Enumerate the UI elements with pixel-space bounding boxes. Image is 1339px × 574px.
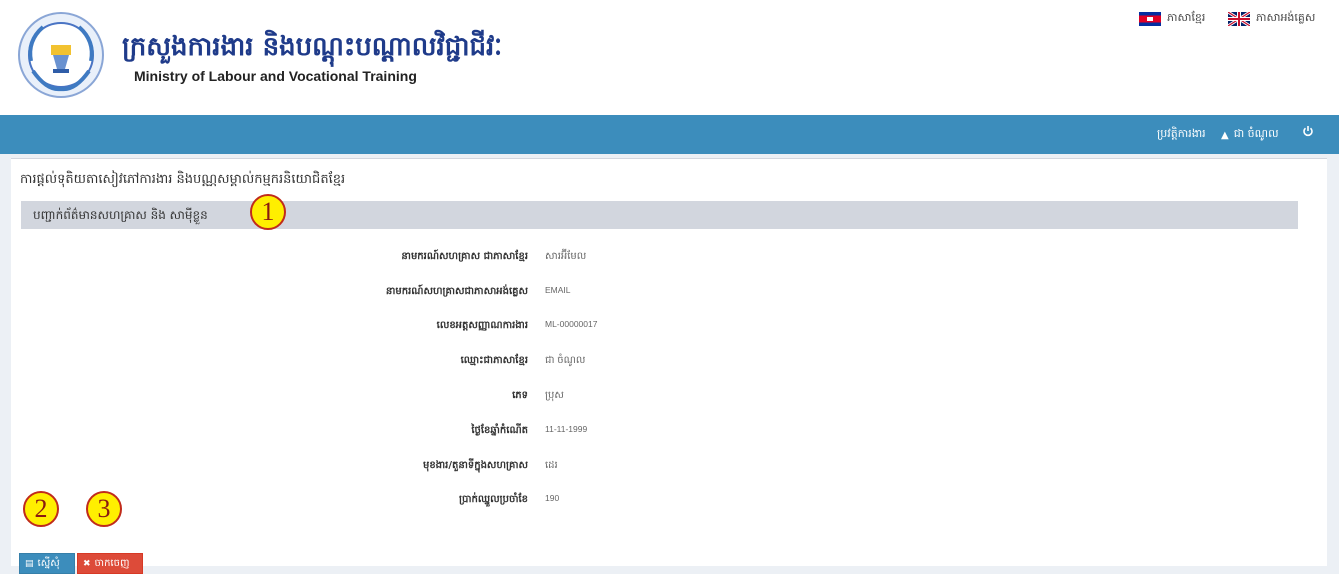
annotation-marker: 2 xyxy=(23,491,59,527)
content-box: ការផ្តល់ទុតិយតាសៀវភៅការងារ និងបណ្ណសម្គាល… xyxy=(11,158,1327,574)
field-row: នាមករណ៍សហគ្រាសជាភាសាអង់គ្លេស EMAIL xyxy=(11,282,1327,302)
field-row: លេខអត្តសញ្ញាណការងារ ML-00000017 xyxy=(11,316,1327,336)
power-icon[interactable] xyxy=(1302,125,1314,137)
section-title: បញ្ជាក់ព័ត៌មានសហគ្រាស និង សាម៉ីខ្លួន xyxy=(33,208,208,222)
field-value: 11-11-1999 xyxy=(545,424,588,434)
field-label: នាមករណ៍សហគ្រាស ជាភាសាខ្មែរ xyxy=(401,251,528,262)
save-icon: ▤ xyxy=(25,558,34,569)
nav-user-name: ជា ចំណូល xyxy=(1233,127,1279,140)
field-row: ភេទ ប្រុស xyxy=(11,386,1327,406)
field-value: សារអ៊ីមែល xyxy=(545,251,587,262)
exit-button[interactable]: ✖ ចាកចេញ xyxy=(77,553,143,574)
site-header: ក្រសួងការងារ និងបណ្ដុះបណ្ដាលវិជ្ជាជីវៈ M… xyxy=(0,0,1339,115)
field-row: ប្រាក់ឈ្នួលប្រចាំខែ 190 xyxy=(11,490,1327,510)
field-row: ថ្ងៃខែឆ្នាំកំណើត 11-11-1999 xyxy=(11,421,1327,441)
cambodia-flag-icon xyxy=(1139,12,1161,26)
field-value: 190 xyxy=(545,493,560,503)
field-label: ឈ្មោះជាភាសាខ្មែរ xyxy=(460,355,528,366)
request-button[interactable]: ▤ ស្នើសុំ xyxy=(19,553,75,574)
field-row: ឈ្មោះជាភាសាខ្មែរ ជា ចំណូល xyxy=(11,351,1327,371)
field-value: ប្រុស xyxy=(545,390,564,401)
exit-button-label: ចាកចេញ xyxy=(94,558,130,569)
field-value: ដេរ xyxy=(545,460,558,471)
field-row: មុខងារ/តួនាទីក្នុងសហគ្រាស ដេរ xyxy=(11,456,1327,476)
field-label: ថ្ងៃខែឆ្នាំកំណើត xyxy=(471,425,528,436)
field-value: ជា ចំណូល xyxy=(545,355,586,366)
language-khmer-link[interactable]: ភាសាខ្មែរ xyxy=(1139,11,1205,27)
field-label: ភេទ xyxy=(512,390,528,401)
section-header: បញ្ជាក់ព័ត៌មានសហគ្រាស និង សាម៉ីខ្លួន xyxy=(21,201,1298,229)
nav-user-menu[interactable]: ▲ ជា ចំណូល xyxy=(1221,127,1279,143)
ministry-title-kh: ក្រសួងការងារ និងបណ្ដុះបណ្ដាលវិជ្ជាជីវៈ xyxy=(122,32,503,62)
field-value: ML-00000017 xyxy=(545,319,598,329)
top-navbar: ប្រវត្តិការងារ ▲ ជា ចំណូល xyxy=(0,115,1339,154)
field-value: EMAIL xyxy=(545,285,571,295)
language-english-link[interactable]: ភាសាអង់គ្លេស xyxy=(1228,11,1315,27)
nav-work-history[interactable]: ប្រវត្តិការងារ xyxy=(1157,127,1206,143)
annotation-marker: 1 xyxy=(250,194,286,230)
ministry-logo xyxy=(18,12,104,98)
field-label: លេខអត្តសញ្ញាណការងារ xyxy=(436,320,528,331)
request-button-label: ស្នើសុំ xyxy=(37,558,60,569)
annotation-marker: 3 xyxy=(86,491,122,527)
user-icon: ▲ xyxy=(1221,129,1229,141)
field-label: មុខងារ/តួនាទីក្នុងសហគ្រាស xyxy=(422,460,528,471)
language-english-label: ភាសាអង់គ្លេស xyxy=(1256,11,1316,24)
field-label: ប្រាក់ឈ្នួលប្រចាំខែ xyxy=(459,494,528,505)
language-khmer-label: ភាសាខ្មែរ xyxy=(1167,11,1206,24)
ministry-title-en: Ministry of Labour and Vocational Traini… xyxy=(134,68,417,84)
close-icon: ✖ xyxy=(83,558,91,569)
page-title: ការផ្តល់ទុតិយតាសៀវភៅការងារ និងបណ្ណសម្គាល… xyxy=(20,172,346,187)
uk-flag-icon xyxy=(1228,12,1250,26)
field-row: នាមករណ៍សហគ្រាស ជាភាសាខ្មែរ សារអ៊ីមែល xyxy=(11,247,1327,267)
field-label: នាមករណ៍សហគ្រាសជាភាសាអង់គ្លេស xyxy=(385,286,528,297)
